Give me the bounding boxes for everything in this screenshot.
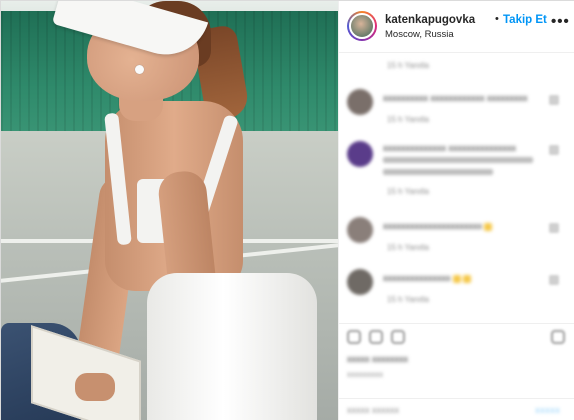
comment-avatar[interactable] — [347, 89, 373, 115]
photo-skirt — [147, 273, 317, 420]
avatar[interactable] — [349, 13, 375, 39]
post-side-panel: katenkapugovka • Takip Et Moscow, Russia… — [338, 1, 574, 420]
post-date: xxxxxxxxx — [347, 370, 383, 379]
comment-meta: 15 h Yanıtla — [387, 61, 429, 70]
comment-heart-icon[interactable] — [549, 95, 559, 105]
comment-text-content: xxxxxxxxxxxxxxxxxxxxxx — [383, 221, 482, 231]
comment-avatar[interactable] — [347, 141, 373, 167]
comment-text-line — [383, 169, 493, 175]
follow-button[interactable]: Takip Et — [503, 14, 547, 26]
comment-icon[interactable] — [369, 330, 383, 344]
comment-meta: 15 h Yanıtla — [387, 115, 429, 124]
location-link[interactable]: Moscow, Russia — [385, 29, 454, 40]
comment-meta: 15 h Yanıtla — [387, 187, 429, 196]
post-header: katenkapugovka • Takip Et Moscow, Russia… — [339, 1, 574, 53]
separator-dot: • — [495, 13, 499, 25]
comment-heart-icon[interactable] — [549, 145, 559, 155]
action-icons-row — [347, 330, 568, 350]
post-comment-button[interactable]: xxxxx — [535, 405, 560, 415]
post-photo[interactable] — [1, 1, 338, 420]
share-icon[interactable] — [391, 330, 405, 344]
comment-text-content: xxxxxxxxxxxxxxx — [383, 273, 451, 283]
comment-meta: 15 h Yanıtla — [387, 295, 429, 304]
likes-count[interactable]: xxxxx xxxxxxxx — [347, 354, 408, 364]
comment-meta: 15 h Yanıtla — [387, 243, 429, 252]
instagram-post-modal: katenkapugovka • Takip Et Moscow, Russia… — [0, 0, 574, 420]
emoji-icon — [462, 274, 471, 283]
emoji-icon — [484, 222, 492, 231]
bookmark-icon[interactable] — [551, 330, 565, 344]
comment-input[interactable]: xxxxx xxxxxx — [347, 405, 399, 415]
comment-text: xxxxxxxxxxxxxxxxxxxxxx — [383, 221, 492, 231]
photo-earring — [135, 65, 144, 74]
comment-text: xxxxxxxxxxxxxxx — [383, 273, 471, 283]
comment-avatar[interactable] — [347, 217, 373, 243]
comment-text: xxxxxxxxxxxxxx xxxxxxxxxxxxxxx — [383, 143, 517, 153]
emoji-icon — [452, 274, 461, 283]
comment-avatar[interactable] — [347, 269, 373, 295]
comment-text-line — [383, 157, 533, 163]
heart-icon[interactable] — [347, 330, 361, 344]
photo-hand — [75, 373, 115, 401]
comment-heart-icon[interactable] — [549, 223, 559, 233]
username-link[interactable]: katenkapugovka — [385, 14, 475, 26]
comments-list[interactable]: 15 h Yanıtla xxxxxxxxxx xxxxxxxxxxxx xxx… — [339, 53, 574, 323]
comment-text: xxxxxxxxxx xxxxxxxxxxxx xxxxxxxxx — [383, 93, 528, 103]
add-comment-bar: xxxxx xxxxxx xxxxx — [339, 398, 574, 420]
ellipsis-icon[interactable]: ••• — [551, 13, 570, 30]
post-footer: xxxxx xxxxxxxx xxxxxxxxx xxxxx xxxxxx xx… — [339, 323, 574, 420]
comment-heart-icon[interactable] — [549, 275, 559, 285]
avatar-story-ring[interactable] — [347, 11, 377, 41]
